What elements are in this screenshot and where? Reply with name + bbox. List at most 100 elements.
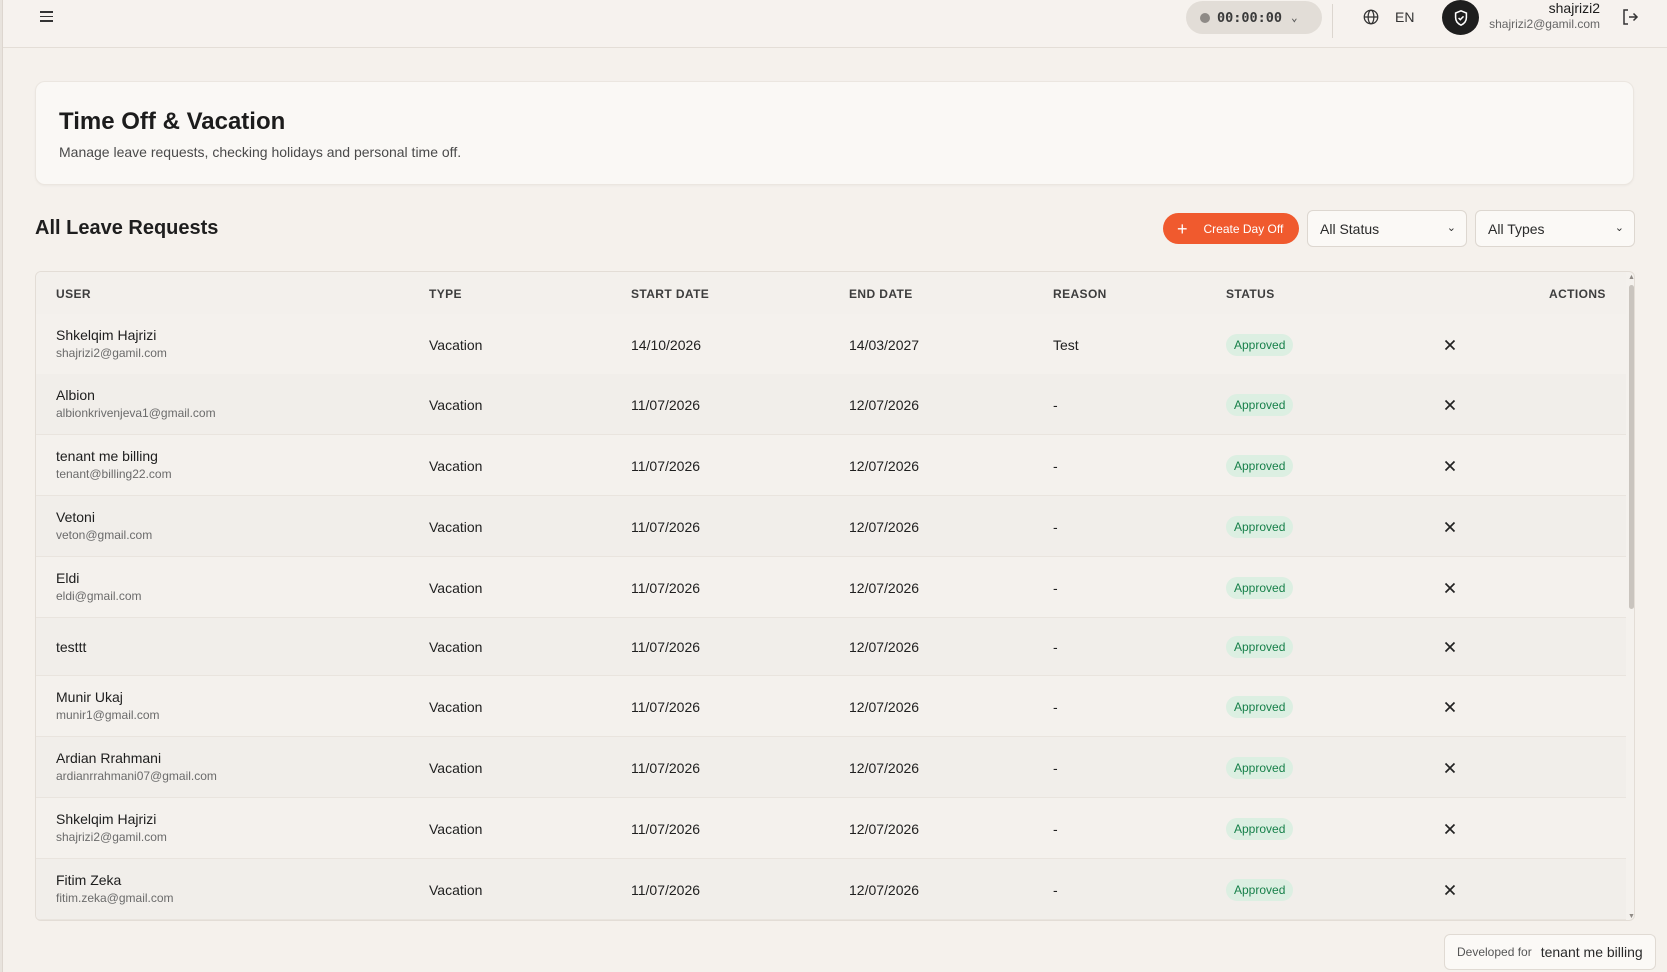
status-badge: Approved (1226, 756, 1294, 779)
page-header-card: Time Off & Vacation Manage leave request… (35, 81, 1634, 185)
type-cell: Vacation (429, 579, 483, 596)
user-name: Munir Ukaj (56, 688, 123, 705)
avatar[interactable] (1442, 0, 1479, 35)
table-row[interactable]: Eldi eldi@gmail.com Vacation 11/07/2026 12/0… (36, 557, 1626, 618)
globe-icon[interactable] (1362, 8, 1380, 26)
table-row[interactable]: Munir Ukaj munir1@gmail.com Vacation 11/07/… (36, 676, 1626, 737)
table-row[interactable]: Shkelqim Hajrizi shajrizi2@gamil.com Vacat… (36, 798, 1626, 859)
start-date-cell: 11/07/2026 (631, 820, 701, 837)
user-email: ardianrrahmani07@gmail.com (56, 768, 217, 783)
start-date-cell: 11/07/2026 (631, 881, 701, 898)
developed-for-value: tenant me billing (1540, 944, 1643, 960)
reason-cell: - (1053, 518, 1058, 535)
user-cell: Shkelqim Hajrizi shajrizi2@gamil.com (56, 327, 167, 360)
user-cell: Eldi eldi@gmail.com (56, 570, 142, 603)
reject-close-icon[interactable] (1442, 882, 1458, 898)
start-date-cell: 14/10/2026 (631, 336, 702, 353)
table-row[interactable]: Fitim Zeka fitim.zeka@gmail.com Vacation 11… (36, 859, 1626, 920)
language-selector[interactable]: EN (1395, 9, 1414, 25)
column-header-start-date: START DATE (631, 287, 710, 301)
table-row[interactable]: tenant me billing tenant@billing22.com Vac… (36, 435, 1626, 496)
user-name: shajrizi2 (1548, 0, 1600, 16)
end-date-cell: 12/07/2026 (849, 759, 920, 776)
divider (1332, 4, 1333, 38)
type-cell: Vacation (429, 698, 483, 715)
reason-cell: - (1053, 457, 1058, 474)
scroll-down-arrow[interactable]: ▼ (1628, 913, 1634, 920)
start-date-cell: 11/07/2026 (631, 518, 701, 535)
reason-cell: - (1053, 579, 1058, 596)
timer-control[interactable]: 00:00:00 ⌄ (1186, 1, 1322, 34)
end-date-cell: 12/07/2026 (849, 579, 920, 596)
user-email: shajrizi2@gamil.com (1489, 17, 1600, 31)
column-header-status: STATUS (1226, 287, 1275, 301)
user-cell: tenant me billing tenant@billing22.com (56, 448, 172, 481)
end-date-cell: 12/07/2026 (849, 518, 920, 535)
start-date-cell: 11/07/2026 (631, 759, 701, 776)
logout-icon[interactable] (1620, 7, 1640, 27)
type-cell: Vacation (429, 639, 483, 655)
user-cell: Albion albionkrivenjeva1@gmail.com (56, 387, 216, 420)
table-row[interactable]: testtt Vacation 11/07/2026 12/07/2026 - Appro… (36, 618, 1626, 676)
reject-close-icon[interactable] (1442, 519, 1458, 535)
scroll-up-arrow[interactable]: ▲ (1628, 274, 1634, 281)
reject-close-icon[interactable] (1442, 397, 1458, 413)
chevron-down-icon: ⌄ (1446, 222, 1456, 234)
user-cell: Ardian Rrahmani ardianrrahmani07@gmail.co… (56, 750, 217, 783)
start-date-cell: 11/07/2026 (631, 457, 701, 474)
table-row[interactable]: Albion albionkrivenjeva1@gmail.com Vacatio… (36, 374, 1626, 435)
table-row[interactable]: Shkelqim Hajrizi shajrizi2@gamil.com Vacat… (36, 314, 1626, 375)
reject-close-icon[interactable] (1442, 639, 1458, 655)
reason-cell: - (1053, 639, 1058, 655)
leave-requests-table: USER TYPE START DATE END DATE REASON STA… (35, 271, 1635, 921)
status-filter-select[interactable]: All Status ⌄ (1307, 210, 1467, 247)
user-name: tenant me billing (56, 447, 158, 464)
start-date-cell: 11/07/2026 (631, 639, 701, 655)
user-name: testtt (56, 639, 87, 655)
developed-for-label: Developed for (1457, 945, 1532, 959)
scroll-thumb[interactable] (1629, 285, 1634, 609)
end-date-cell: 12/07/2026 (849, 457, 920, 474)
reason-cell: - (1053, 820, 1058, 837)
user-email: tenant@billing22.com (56, 466, 172, 481)
end-date-cell: 12/07/2026 (849, 639, 920, 655)
type-cell: Vacation (429, 457, 483, 474)
reject-close-icon[interactable] (1442, 580, 1458, 596)
status-badge: Approved (1226, 515, 1294, 538)
reject-close-icon[interactable] (1442, 337, 1458, 353)
menu-icon[interactable] (35, 8, 57, 26)
status-badge: Approved (1226, 333, 1294, 356)
type-cell: Vacation (429, 820, 483, 837)
end-date-cell: 12/07/2026 (849, 820, 920, 837)
reason-cell: - (1053, 881, 1058, 898)
reject-close-icon[interactable] (1442, 699, 1458, 715)
reason-cell: - (1053, 698, 1058, 715)
table-header: USER TYPE START DATE END DATE REASON STA… (36, 272, 1626, 314)
table-row[interactable]: Vetoni veton@gmail.com Vacation 11/07/2026 1… (36, 496, 1626, 557)
user-name: Eldi (56, 569, 80, 586)
reject-close-icon[interactable] (1442, 821, 1458, 837)
user-name: Shkelqim Hajrizi (56, 810, 157, 827)
chevron-down-icon: ⌄ (1614, 222, 1624, 234)
reject-close-icon[interactable] (1442, 760, 1458, 776)
scrollbar[interactable]: ▲ ▼ (1626, 272, 1634, 920)
type-cell: Vacation (429, 518, 483, 535)
end-date-cell: 12/07/2026 (849, 698, 920, 715)
reject-close-icon[interactable] (1442, 458, 1458, 474)
status-badge: Approved (1226, 454, 1294, 477)
user-email: veton@gmail.com (56, 527, 153, 542)
type-filter-select[interactable]: All Types ⌄ (1475, 210, 1635, 247)
column-header-user: USER (56, 287, 91, 301)
type-cell: Vacation (429, 881, 483, 898)
user-email: eldi@gmail.com (56, 588, 142, 603)
end-date-cell: 14/03/2027 (849, 336, 920, 353)
user-name: Albion (56, 386, 95, 403)
type-cell: Vacation (429, 336, 483, 353)
table-row[interactable]: Ardian Rrahmani ardianrrahmani07@gmail.co… (36, 737, 1626, 798)
user-email: munir1@gmail.com (56, 707, 160, 722)
status-badge: Approved (1226, 817, 1294, 840)
create-day-off-button[interactable]: + Create Day Off (1163, 213, 1299, 244)
user-cell: Fitim Zeka fitim.zeka@gmail.com (56, 872, 174, 905)
status-badge: Approved (1226, 576, 1294, 599)
chevron-down-icon[interactable]: ⌄ (1291, 11, 1298, 24)
